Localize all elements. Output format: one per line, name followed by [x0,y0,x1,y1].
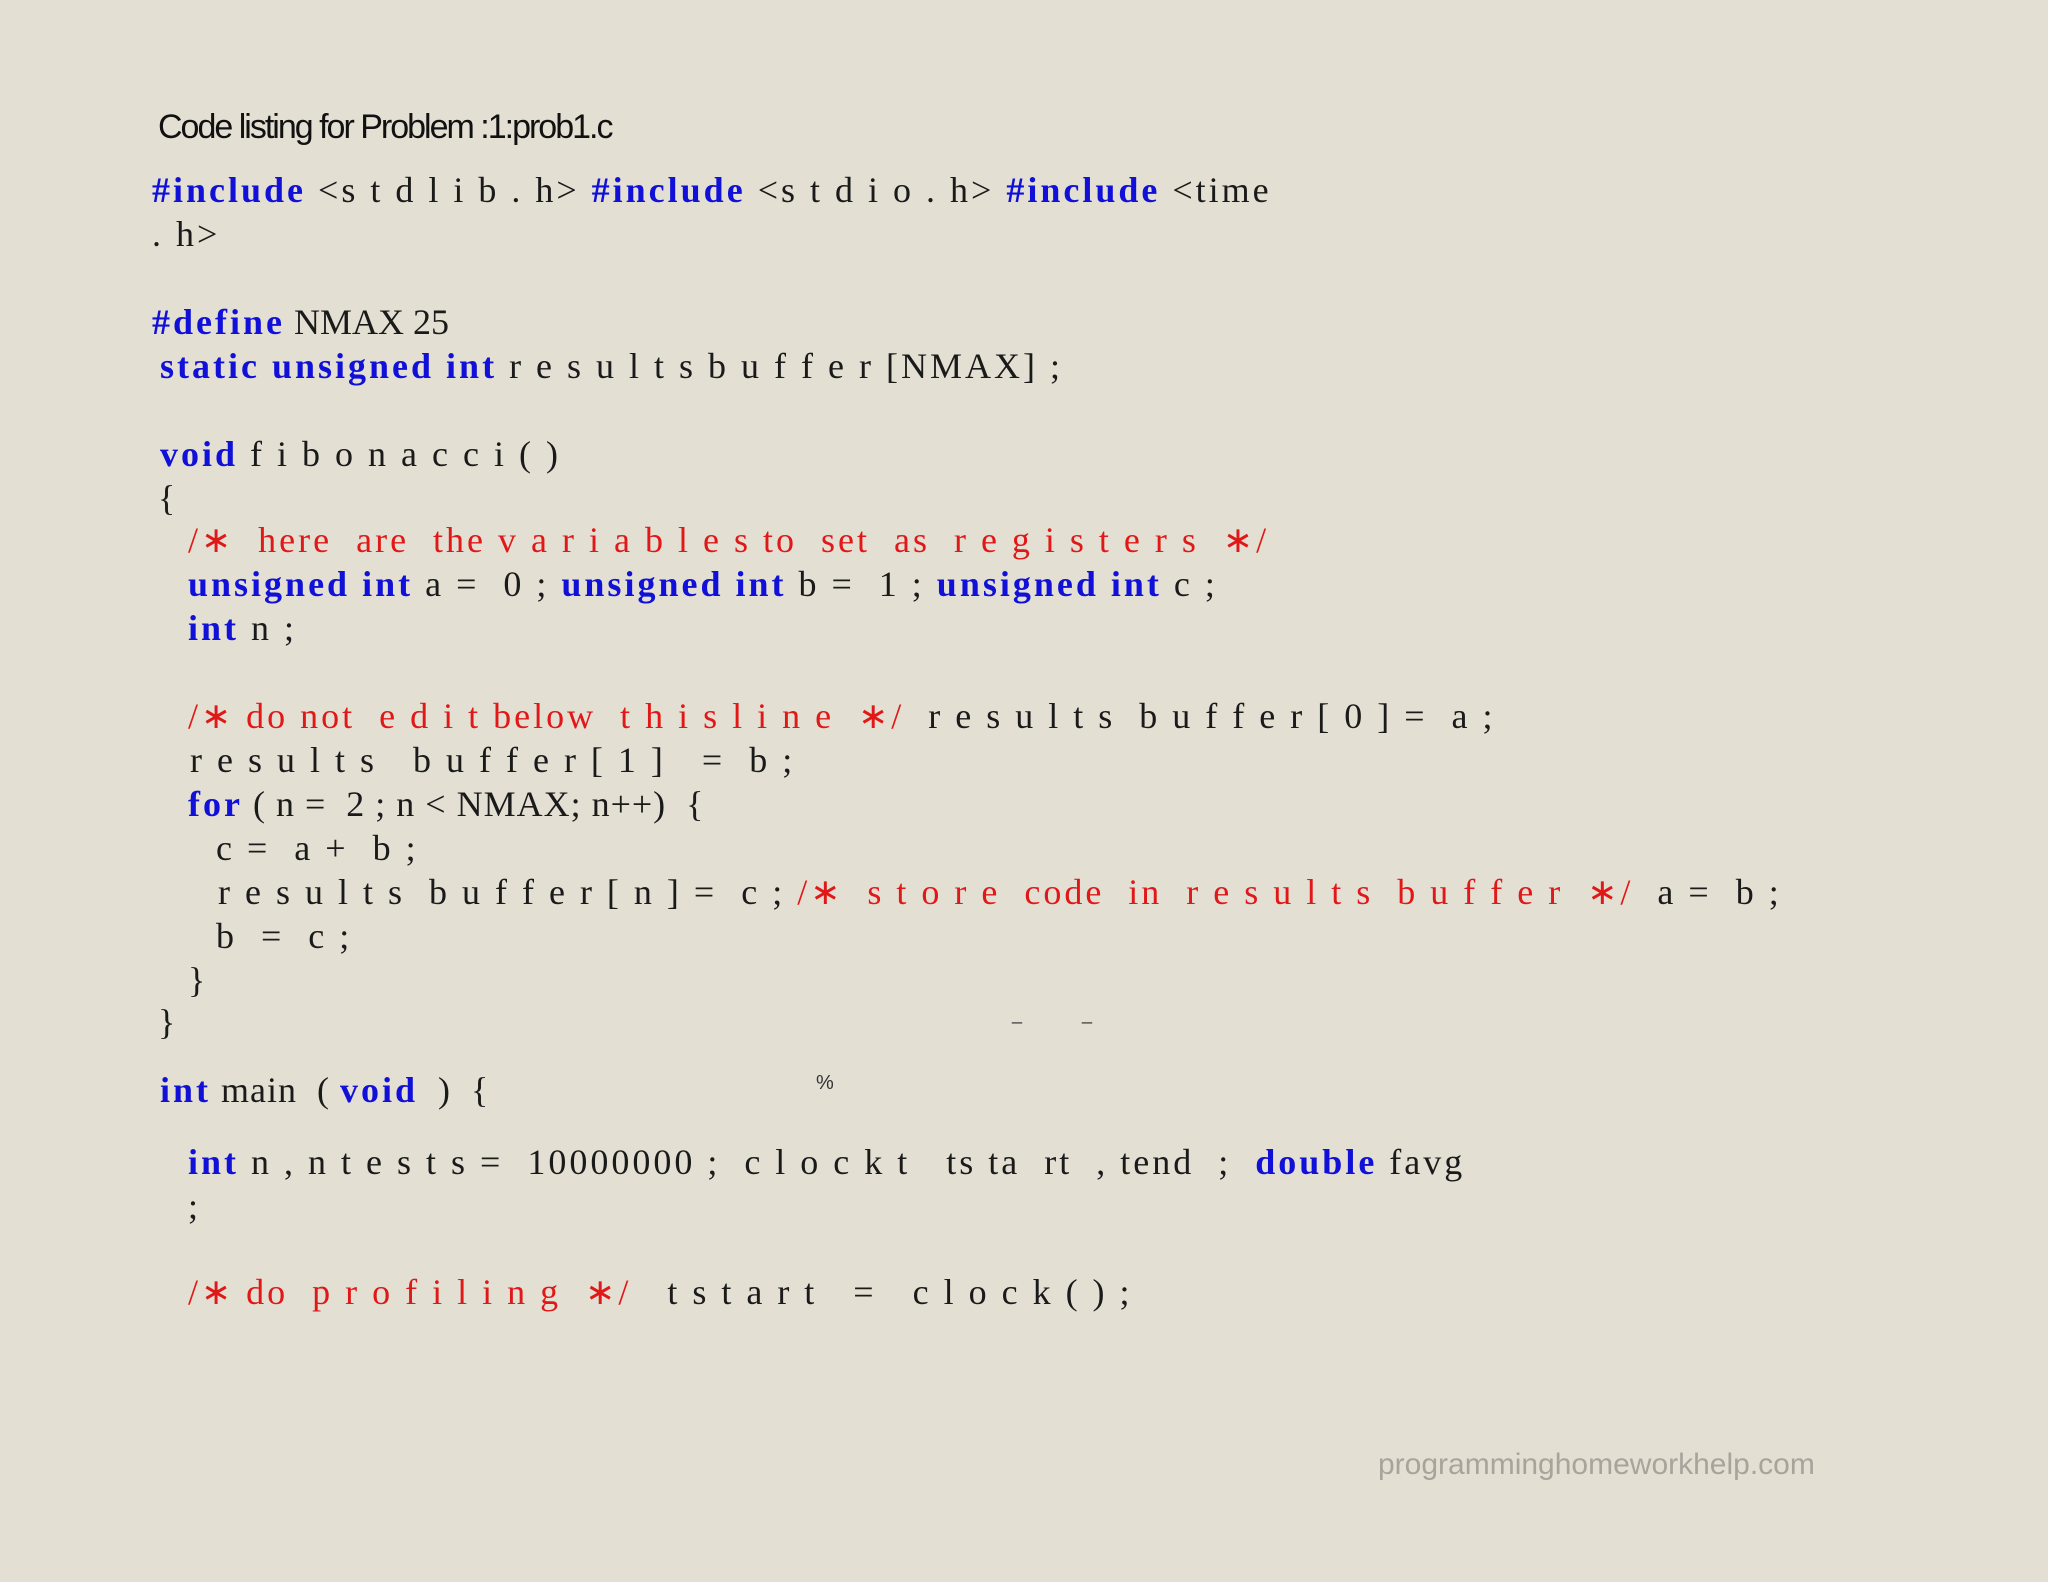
code-line-14: r e s u l t s b u f f e r [ n ] = c ; /∗… [218,870,1782,914]
code-line-8: unsigned int a = 0 ; unsigned int b = 1 … [188,562,1218,606]
code-text: ) { [418,1070,490,1110]
code-line-1: #include <s t d l i b . h> #include <s t… [152,168,1272,212]
code-line-20: ; [188,1184,201,1228]
keyword: int [446,346,498,386]
code-text: ; [188,1186,202,1226]
code-line-2: . h> [152,212,220,256]
code-listing: #include <s t d l i b . h> #include <s t… [0,0,2048,1582]
code-comment: /∗ s t o r e code in r e s u l t s b u f… [797,872,1634,912]
footer-website: programminghomeworkhelp.com [1378,1448,1815,1481]
code-comment: /∗ here are the v a r i a b l e s to set… [188,520,1270,560]
stray-mark: _ [1082,1004,1093,1024]
code-text: r e s u l t s b u f f e r [ 1 ] = b ; [190,740,796,780]
code-line-4: static unsigned int r e s u l t s b u f … [160,344,1063,388]
code-text: r e s u l t s b u f f e r [ n ] = c ; [218,872,798,912]
keyword: double [1255,1142,1378,1182]
code-text: r e s u l t s b u f f e r [ 0 ] = a ; [904,696,1496,736]
code-text: } [158,1002,179,1042]
keyword: int [188,1142,240,1182]
code-text: ( n = 2 ; n < NMAX; n++) { [242,784,705,824]
code-text: r e s u l t s b u f f e r [NMAX] ; [497,346,1063,386]
code-text: n ; [239,608,298,648]
code-text: NMAX 25 [285,302,450,342]
keyword: unsigned [188,564,351,604]
code-line-7: /∗ here are the v a r i a b l e s to set… [188,518,1269,562]
code-text: c = a + b ; [216,828,419,868]
code-text: <time [1160,170,1272,210]
keyword: #include [152,170,307,210]
code-text: . h> [152,214,221,254]
code-line-9: int n ; [188,606,297,650]
code-line-12: for ( n = 2 ; n < NMAX; n++) { [188,782,704,826]
keyword: for [188,784,243,824]
code-line-11: r e s u l t s b u f f e r [ 1 ] = b ; [190,738,795,782]
code-text: b = 1 ; [786,564,937,604]
code-text: c ; [1161,564,1218,604]
keyword: #include [591,170,746,210]
keyword: unsigned [271,346,435,386]
stray-mark: _ [1012,1004,1023,1024]
code-line-16: } [188,958,208,1002]
keyword: void [160,434,239,474]
keyword: int [735,564,787,604]
keyword: int [188,608,240,648]
keyword: int [160,1070,212,1110]
code-text: t s t a r t = c l o c k ( ) ; [631,1272,1133,1312]
code-line-19: int n , n t e s t s = 10000000 ; c l o c… [188,1140,1465,1184]
code-line-17: } [158,1000,178,1044]
code-text: } [188,960,209,1000]
code-line-18: int main ( void ) { [160,1068,489,1112]
code-line-6: { [158,476,178,520]
code-text: main ( [211,1070,340,1110]
code-comment: /∗ do not e d i t below t h i s l i n e … [188,696,905,736]
code-text: favg [1377,1142,1466,1182]
keyword: #include [1006,170,1161,210]
stray-mark: % [816,1072,834,1094]
code-text: a = b ; [1633,872,1782,912]
code-line-5: void f i b o n a c c i ( ) [160,432,561,476]
code-text: { [158,478,179,518]
keyword: unsigned [561,564,724,604]
code-line-21: /∗ do p r o f i l i n g ∗/ t s t a r t =… [188,1270,1133,1314]
keyword: void [340,1070,419,1110]
keyword: int [362,564,414,604]
code-text: <s t d i o . h> [745,170,1007,210]
code-line-3: #define NMAX 25 [152,300,449,344]
code-text: f i b o n a c c i ( ) [238,434,561,474]
code-text: <s t d l i b . h> [306,170,592,210]
code-line-10: /∗ do not e d i t below t h i s l i n e … [188,694,1496,738]
keyword: unsigned [936,564,1099,604]
code-line-13: c = a + b ; [216,826,419,870]
keyword: int [1110,564,1162,604]
code-comment: /∗ do p r o f i l i n g ∗/ [188,1272,632,1312]
keyword: static [160,346,260,386]
code-line-15: b = c ; [216,914,352,958]
code-text: n , n t e s t s = 10000000 ; c l o c k t… [239,1142,1256,1182]
keyword: #define [152,302,285,342]
code-text: b = c ; [216,916,353,956]
code-text: a = 0 ; [413,564,562,604]
